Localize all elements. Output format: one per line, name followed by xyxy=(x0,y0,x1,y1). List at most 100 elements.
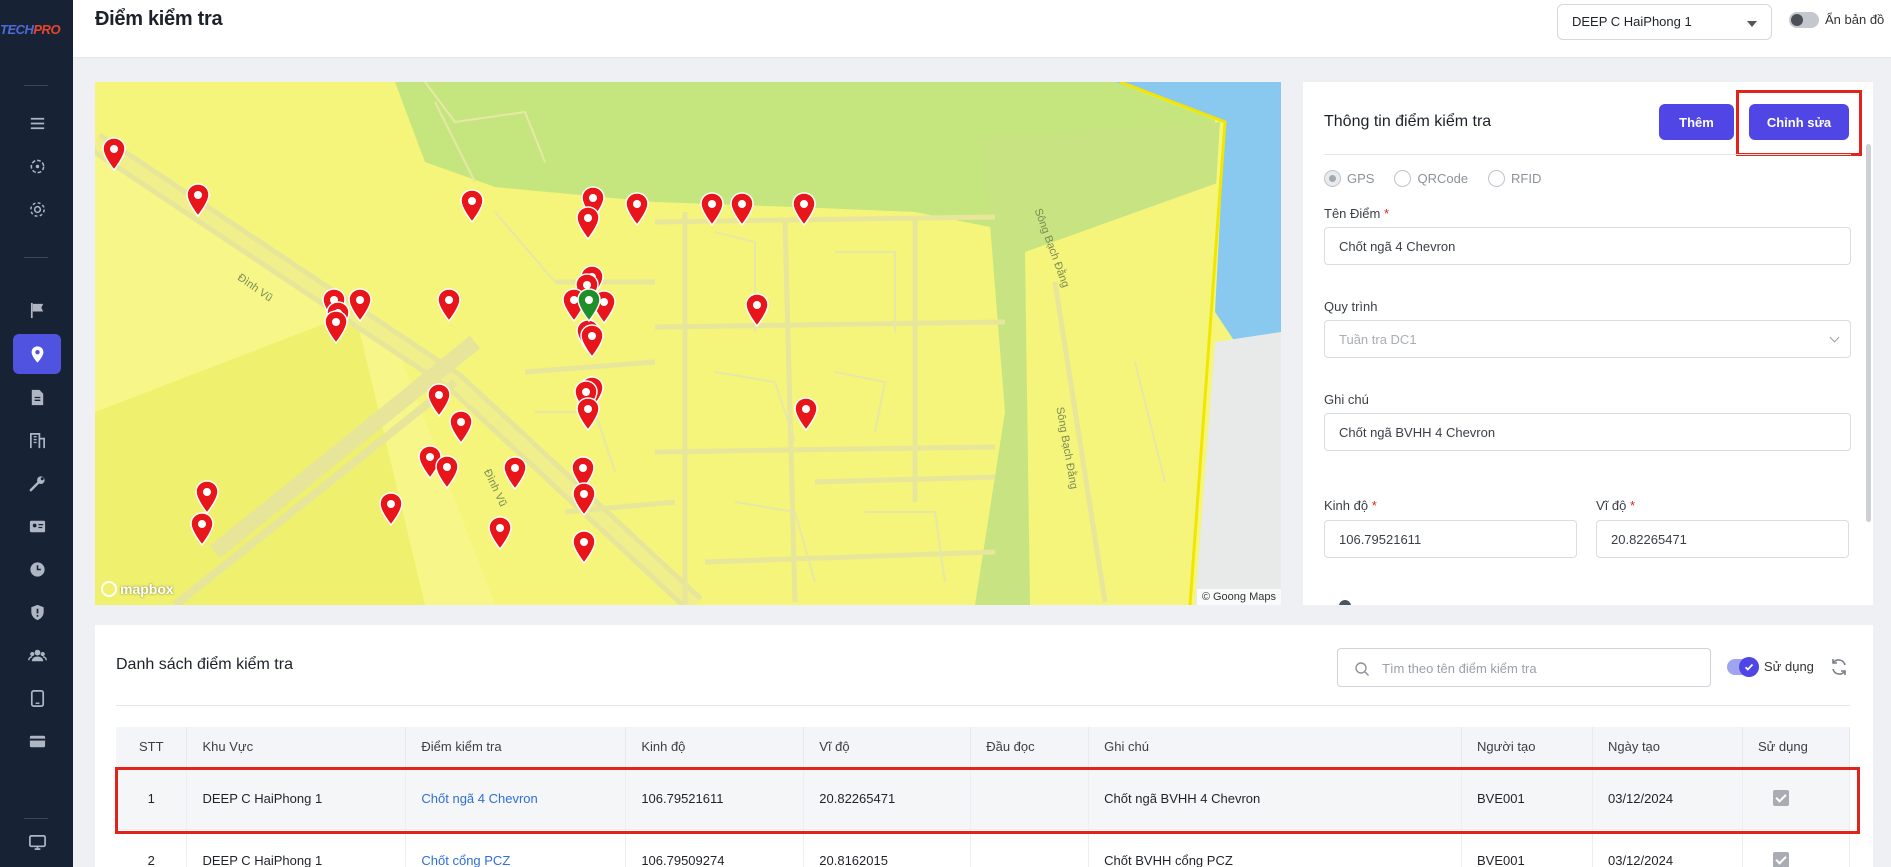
col-header[interactable]: Ngày tạo xyxy=(1592,727,1743,768)
page-title: Điểm kiểm tra xyxy=(95,8,223,30)
edit-button-highlight xyxy=(1736,90,1862,156)
name-label: Tên Điểm * xyxy=(1324,206,1390,221)
longitude-field[interactable]: 106.79521611 xyxy=(1324,520,1577,558)
toggle-knob xyxy=(1791,14,1803,26)
checkpoint-table: STT Khu Vực Điểm kiểm tra Kinh độ Vĩ độ … xyxy=(116,727,1851,867)
radio-gps[interactable]: GPS xyxy=(1324,170,1374,187)
col-header[interactable]: Sử dụng xyxy=(1742,727,1851,768)
tablet-icon[interactable] xyxy=(13,680,61,716)
sidebar-divider xyxy=(24,818,48,819)
card-icon[interactable] xyxy=(13,723,61,759)
hide-map-toggle[interactable] xyxy=(1789,12,1819,28)
checkpoint-link[interactable]: Chốt ngã 4 Chevron xyxy=(421,791,537,806)
cell-creator: BVE001 xyxy=(1461,829,1593,867)
gear-icon[interactable] xyxy=(13,191,61,227)
map-pin-icon[interactable] xyxy=(571,530,597,564)
location-pin-icon[interactable] xyxy=(13,334,61,374)
map-pin-icon[interactable] xyxy=(699,192,725,226)
map-pin-icon[interactable] xyxy=(729,192,755,226)
map-pin-icon[interactable] xyxy=(434,455,460,489)
id-card-icon[interactable] xyxy=(13,508,61,544)
map-pin-icon[interactable] xyxy=(185,183,211,217)
map-pin-icon[interactable] xyxy=(744,293,770,327)
map-pin-icon[interactable] xyxy=(459,189,485,223)
top-header: Điểm kiểm tra DEEP C HaiPhong 1 Ẩn bản đ… xyxy=(73,0,1891,58)
in-use-checkbox[interactable] xyxy=(1772,852,1789,867)
col-header[interactable]: Điểm kiểm tra xyxy=(405,727,627,768)
cell-reader xyxy=(970,829,1090,867)
table-header-row: STT Khu Vực Điểm kiểm tra Kinh độ Vĩ độ … xyxy=(116,727,1851,768)
cell-point: Chốt ngã 4 Chevron xyxy=(405,767,627,830)
map-pin-icon[interactable] xyxy=(189,512,215,546)
cell-area: DEEP C HaiPhong 1 xyxy=(186,829,407,867)
map-pin-icon[interactable] xyxy=(793,397,819,431)
map-pin-icon[interactable] xyxy=(448,410,474,444)
col-header[interactable]: STT xyxy=(116,727,188,768)
building-icon[interactable] xyxy=(13,422,61,458)
col-header[interactable]: Khu Vực xyxy=(186,727,407,768)
in-use-checkbox[interactable] xyxy=(1772,790,1789,807)
map-pin-icon[interactable] xyxy=(502,456,528,490)
process-label: Quy trình xyxy=(1324,299,1378,314)
target-icon[interactable] xyxy=(13,148,61,184)
map-pin-icon[interactable] xyxy=(487,516,513,550)
site-select[interactable]: DEEP C HaiPhong 1 xyxy=(1557,4,1772,40)
refresh-icon[interactable] xyxy=(1829,657,1849,677)
col-header[interactable]: Kinh độ xyxy=(625,727,805,768)
document-icon[interactable] xyxy=(13,379,61,415)
scrollbar[interactable] xyxy=(1866,144,1871,522)
map-pin-icon[interactable] xyxy=(791,192,817,226)
map-pin-icon[interactable] xyxy=(194,480,220,514)
sidebar-divider xyxy=(24,85,48,86)
note-field[interactable]: Chốt ngã BVHH 4 Chevron xyxy=(1324,413,1851,451)
col-header[interactable]: Ghi chú xyxy=(1088,727,1463,768)
map-pin-icon[interactable] xyxy=(378,492,404,526)
map-pin-icon[interactable] xyxy=(624,192,650,226)
add-button[interactable]: Thêm xyxy=(1659,104,1734,140)
map-pin-icon[interactable] xyxy=(436,288,462,322)
menu-icon[interactable] xyxy=(13,105,61,141)
shield-icon[interactable] xyxy=(13,594,61,630)
map-view[interactable]: Đình Vũ Đình Vũ Sông Bạch Đằng Sông Bạch Đằ… xyxy=(95,82,1281,605)
cell-latitude: 20.82265471 xyxy=(803,767,972,830)
monitor-icon[interactable] xyxy=(13,824,61,860)
clock-icon[interactable] xyxy=(13,551,61,587)
map-pin-icon[interactable] xyxy=(575,397,601,431)
map-pin-icon[interactable] xyxy=(101,137,127,171)
map-base xyxy=(95,82,1281,605)
caret-down-icon xyxy=(1747,21,1757,27)
selected-map-pin-icon[interactable] xyxy=(576,288,602,322)
users-icon[interactable] xyxy=(13,637,61,673)
info-panel: Thông tin điểm kiểm tra Thêm Chỉnh sửa G… xyxy=(1303,82,1873,605)
radio-qrcode[interactable]: QRCode xyxy=(1394,170,1468,187)
cell-stt: 2 xyxy=(116,829,188,867)
cell-note: Chốt ngã BVHH 4 Chevron xyxy=(1088,767,1463,830)
search-input[interactable]: Tìm theo tên điểm kiểm tra xyxy=(1337,648,1711,687)
name-field[interactable]: Chốt ngã 4 Chevron xyxy=(1324,227,1851,265)
in-use-label: Sử dụng xyxy=(1764,659,1814,674)
toggle-knob xyxy=(1739,657,1759,677)
info-panel-title: Thông tin điểm kiểm tra xyxy=(1324,113,1492,130)
process-select[interactable]: Tuần tra DC1 xyxy=(1324,320,1851,358)
wrench-icon[interactable] xyxy=(13,465,61,501)
map-pin-icon[interactable] xyxy=(579,324,605,358)
in-use-toggle[interactable] xyxy=(1727,657,1759,677)
cell-latitude: 20.8162015 xyxy=(803,829,972,867)
map-pin-icon[interactable] xyxy=(323,310,349,344)
checkpoint-list-panel: Danh sách điểm kiểm tra Tìm theo tên điể… xyxy=(95,625,1873,867)
cell-date: 03/12/2024 xyxy=(1592,829,1743,867)
map-pin-icon[interactable] xyxy=(575,206,601,240)
cell-date: 03/12/2024 xyxy=(1592,767,1743,830)
map-pin-icon[interactable] xyxy=(571,482,597,516)
radio-rfid[interactable]: RFID xyxy=(1488,170,1541,187)
table-row[interactable]: 2 DEEP C HaiPhong 1 Chốt cổng PCZ 106.79… xyxy=(116,829,1851,867)
radio-label: GPS xyxy=(1347,171,1375,186)
col-header[interactable]: Đầu đọc xyxy=(970,727,1090,768)
note-label: Ghi chú xyxy=(1324,392,1369,407)
latitude-field[interactable]: 20.82265471 xyxy=(1596,520,1849,558)
col-header[interactable]: Vĩ độ xyxy=(803,727,972,768)
table-row[interactable]: 1 DEEP C HaiPhong 1 Chốt ngã 4 Chevron 1… xyxy=(116,767,1851,830)
flag-icon[interactable] xyxy=(13,292,61,328)
col-header[interactable]: Người tạo xyxy=(1461,727,1593,768)
checkpoint-link[interactable]: Chốt cổng PCZ xyxy=(421,853,510,867)
